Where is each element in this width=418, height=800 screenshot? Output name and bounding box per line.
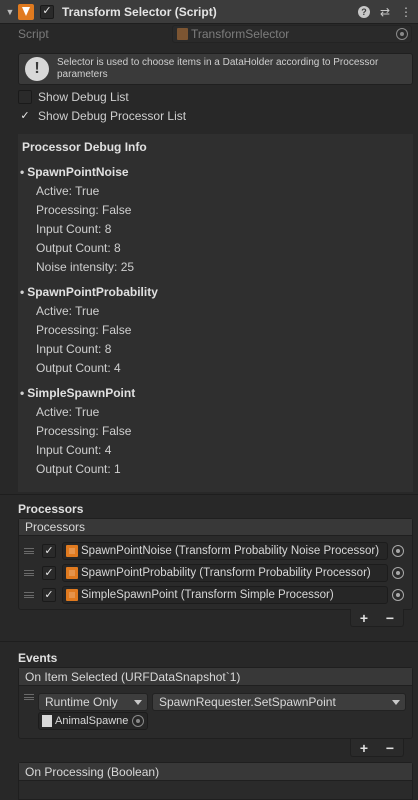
processors-title: Processors <box>18 502 84 516</box>
debug-line: Output Count: 4 <box>36 361 121 375</box>
remove-processor-button[interactable]: − <box>386 610 394 626</box>
component-title: Transform Selector (Script) <box>62 4 217 19</box>
debug-processor-name: • SpawnPointNoise <box>20 165 129 179</box>
info-icon: ! <box>25 57 49 81</box>
processor-enabled-checkbox[interactable]: ✓ <box>42 544 56 558</box>
preset-icon[interactable]: ⇄ <box>380 5 390 19</box>
processor-enabled-checkbox[interactable]: ✓ <box>42 588 56 602</box>
processors-list-header-label: Processors <box>25 520 86 534</box>
debug-line: Input Count: 4 <box>36 443 112 457</box>
bullet-icon: • <box>20 165 25 179</box>
processor-script-icon <box>66 567 78 579</box>
events-add-remove: + − <box>350 739 404 757</box>
toggle-show-debug-processor-list[interactable]: ✓ Show Debug Processor List <box>18 109 186 123</box>
function-value: SpawnRequester.SetSpawnPoint <box>159 695 336 709</box>
script-value: TransformSelector <box>191 27 290 41</box>
bullet-icon: • <box>20 285 25 299</box>
events-title: Events <box>18 651 58 665</box>
context-menu-icon[interactable]: ⋮ <box>400 5 412 19</box>
on-processing-header: On Processing (Boolean) <box>19 763 412 781</box>
remove-event-button[interactable]: − <box>386 740 394 756</box>
processor-enabled-checkbox[interactable]: ✓ <box>42 566 56 580</box>
show-debug-processor-list-checkbox[interactable]: ✓ <box>18 109 32 123</box>
help-text: Selector is used to choose items in a Da… <box>57 57 379 80</box>
script-field: TransformSelector <box>172 25 412 43</box>
processors-list-header[interactable]: Processors <box>19 519 412 536</box>
processor-object-field[interactable]: SpawnPointProbability (Transform Probabi… <box>62 564 388 582</box>
show-debug-list-checkbox[interactable] <box>18 90 32 104</box>
drag-handle-icon[interactable] <box>24 548 34 554</box>
toggle-show-debug-list[interactable]: Show Debug List <box>18 90 129 104</box>
debug-line: Processing: False <box>36 323 132 337</box>
show-debug-processor-list-label: Show Debug Processor List <box>38 109 187 123</box>
transform-selector-script-icon <box>18 3 34 20</box>
processor-label: SpawnPointNoise (Transform Probability N… <box>81 545 380 557</box>
add-processor-button[interactable]: + <box>360 610 368 626</box>
processor-debug-title: Processor Debug Info <box>22 140 147 154</box>
script-file-icon <box>177 28 188 40</box>
bullet-icon: • <box>20 386 25 400</box>
debug-line: Noise intensity: 25 <box>36 260 135 274</box>
debug-processor-name: • SpawnPointProbability <box>20 285 158 299</box>
processors-add-remove: + − <box>350 609 404 627</box>
component-enabled-checkbox[interactable]: ✓ <box>40 4 54 19</box>
drag-handle-icon[interactable] <box>24 694 34 700</box>
object-picker-icon[interactable] <box>392 545 404 557</box>
on-item-selected-header: On Item Selected (URFDataSnapshot`1) <box>19 668 412 686</box>
drag-handle-icon[interactable] <box>24 570 34 576</box>
debug-line: Output Count: 1 <box>36 462 121 476</box>
debug-line: Active: True <box>36 405 100 419</box>
document-icon <box>42 715 52 727</box>
event-target-object-value: AnimalSpawne <box>55 715 129 727</box>
debug-line: Input Count: 8 <box>36 342 112 356</box>
debug-line: Output Count: 8 <box>36 241 121 255</box>
object-picker-icon <box>396 28 408 40</box>
info-helpbox: ! Selector is used to choose items in a … <box>18 53 413 85</box>
list-item[interactable]: ✓ SimpleSpawnPoint (Transform Simple Pro… <box>20 585 412 605</box>
object-picker-icon[interactable] <box>392 567 404 579</box>
processor-object-field[interactable]: SpawnPointNoise (Transform Probability N… <box>62 542 388 560</box>
list-item[interactable]: ✓ SpawnPointNoise (Transform Probability… <box>20 541 412 561</box>
list-item[interactable]: ✓ SpawnPointProbability (Transform Proba… <box>20 563 412 583</box>
chevron-down-icon <box>134 700 142 705</box>
debug-line: Active: True <box>36 304 100 318</box>
fold-arrow-icon[interactable]: ▼ <box>4 0 16 24</box>
object-picker-icon[interactable] <box>132 715 144 727</box>
processor-script-icon <box>66 545 78 557</box>
drag-handle-icon[interactable] <box>24 592 34 598</box>
debug-line: Processing: False <box>36 424 132 438</box>
debug-processor-name: • SimpleSpawnPoint <box>20 386 136 400</box>
processor-object-field[interactable]: SimpleSpawnPoint (Transform Simple Proce… <box>62 586 388 604</box>
show-debug-list-label: Show Debug List <box>38 90 129 104</box>
processor-label: SimpleSpawnPoint (Transform Simple Proce… <box>81 589 334 601</box>
object-picker-icon[interactable] <box>392 589 404 601</box>
chevron-down-icon <box>392 700 400 705</box>
debug-line: Input Count: 8 <box>36 222 112 236</box>
section-divider <box>0 494 418 495</box>
event-drag-handle[interactable] <box>24 694 34 700</box>
runtime-mode-value: Runtime Only <box>45 695 118 709</box>
function-dropdown[interactable]: SpawnRequester.SetSpawnPoint <box>152 693 406 711</box>
add-event-button[interactable]: + <box>360 740 368 756</box>
component-header[interactable]: ▼ ✓ Transform Selector (Script) ? ⇄ ⋮ <box>0 0 418 24</box>
event-target-object-field[interactable]: AnimalSpawne <box>38 712 148 730</box>
processor-script-icon <box>66 589 78 601</box>
script-label: Script <box>18 27 49 41</box>
help-icon[interactable]: ? <box>357 6 370 18</box>
debug-line: Processing: False <box>36 203 132 217</box>
runtime-mode-dropdown[interactable]: Runtime Only <box>38 693 148 711</box>
processor-label: SpawnPointProbability (Transform Probabi… <box>81 567 371 579</box>
section-divider <box>0 641 418 642</box>
debug-line: Active: True <box>36 184 100 198</box>
